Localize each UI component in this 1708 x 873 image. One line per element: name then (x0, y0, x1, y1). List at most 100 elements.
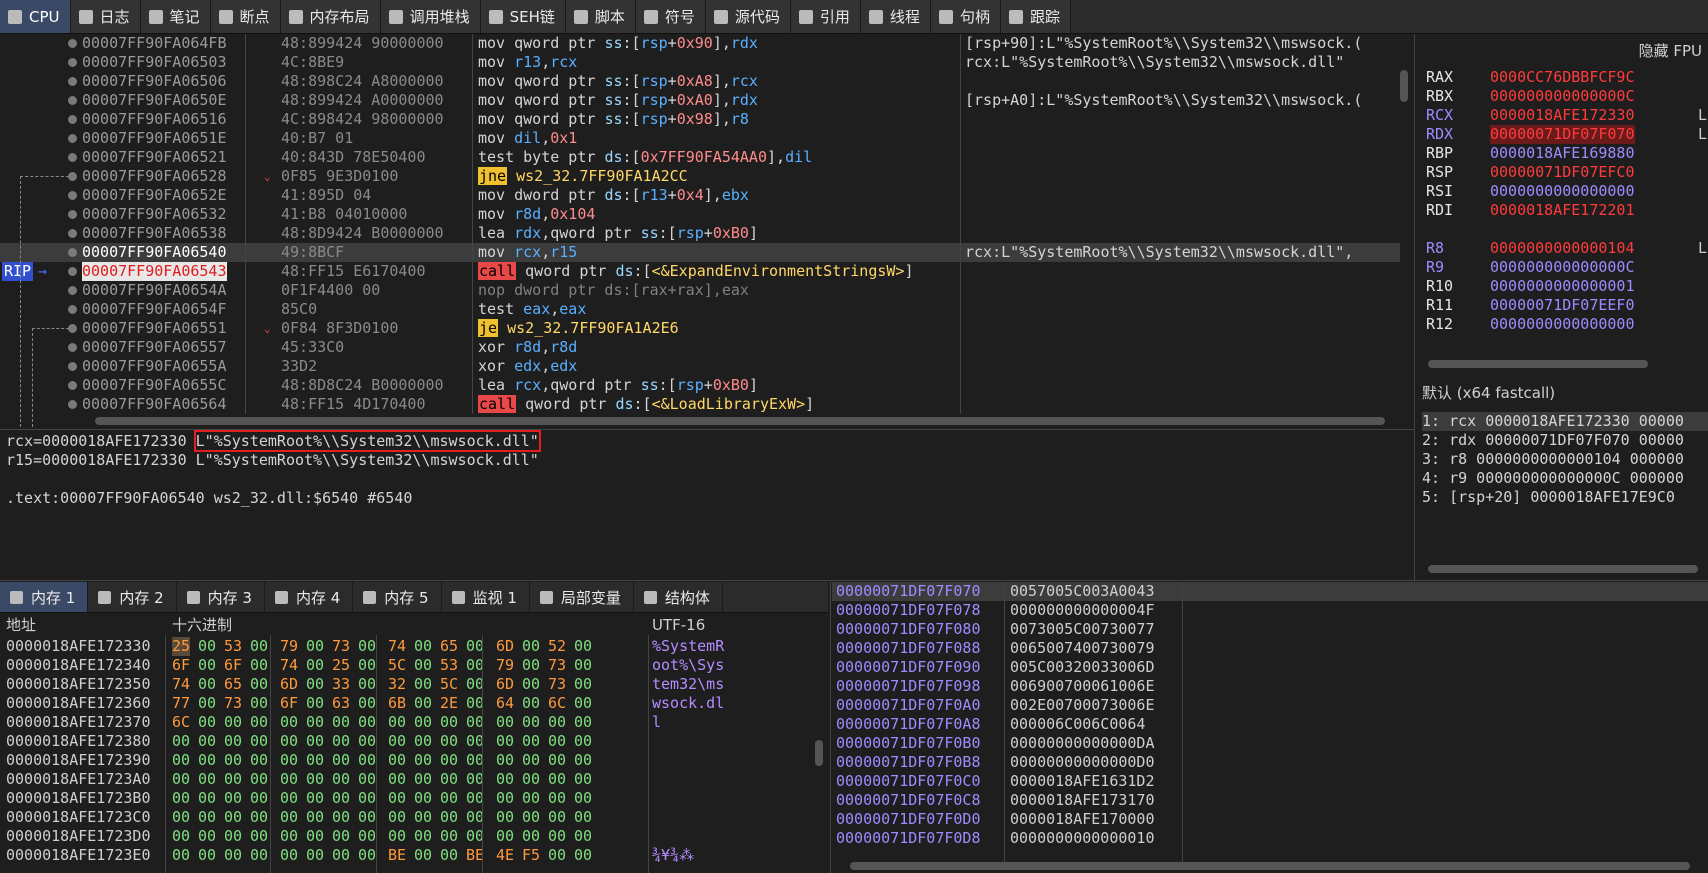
stack-row[interactable]: 00000071DF07F088 0065007400730079 (832, 639, 1708, 658)
register-name[interactable]: R10 (1426, 277, 1453, 296)
dump-byte[interactable]: 6F (224, 656, 242, 675)
dump-byte[interactable]: 00 (224, 789, 242, 808)
dump-byte[interactable]: 00 (440, 751, 458, 770)
dump-byte[interactable]: 00 (574, 694, 592, 713)
dump-byte[interactable]: 77 (172, 694, 190, 713)
dump-byte[interactable]: 00 (198, 675, 216, 694)
disasm-row[interactable]: 00007FF90FA0652E 41:895D 04 mov dword ptr … (0, 186, 1400, 205)
disasm-row[interactable]: 00007FF90FA06564 48:FF15 4D170400 call qwo… (0, 395, 1400, 414)
register-row[interactable]: RBP 0000018AFE169880 (1418, 144, 1708, 163)
dump-address[interactable]: 0000018AFE1723E0 (6, 846, 151, 865)
dump-byte[interactable]: 00 (522, 694, 540, 713)
register-row[interactable]: RSP 00000071DF07EFC0 (1418, 163, 1708, 182)
dump-row[interactable]: 0000018AFE172330 25 00 53 00 79 00 73 00 74 00 65 00… (0, 637, 820, 656)
instruction-text[interactable]: xor r8d,r8d (478, 338, 577, 357)
dump-row[interactable]: 0000018AFE172390 00 00 00 00 00 00 00 00 00 00 00 00… (0, 751, 820, 770)
disassembly-pane[interactable]: 00007FF90FA064FB 48:899424 90000000 mov qw… (0, 34, 1410, 428)
dump-byte[interactable]: 00 (224, 846, 242, 865)
dump-byte[interactable]: 00 (172, 808, 190, 827)
instruction-text[interactable]: call qword ptr ds:[<&ExpandEnvironmentSt… (478, 262, 914, 281)
call-arg-row[interactable]: 1: rcx 0000018AFE172330 00000 (1422, 412, 1708, 431)
dump-byte[interactable]: 00 (358, 732, 376, 751)
register-name[interactable]: R8 (1426, 239, 1444, 258)
dump-byte[interactable]: 00 (574, 656, 592, 675)
dump-byte[interactable]: 00 (250, 827, 268, 846)
instruction-address[interactable]: 00007FF90FA0655C (82, 376, 227, 395)
register-name[interactable]: RSI (1426, 182, 1453, 201)
memory-tab-4[interactable]: 内存 5 (353, 582, 442, 612)
dump-text[interactable]: %SystemR (652, 637, 724, 656)
memory-tab-7[interactable]: 结构体 (634, 582, 723, 612)
stack-address[interactable]: 00000071DF07F0A8 (836, 715, 981, 734)
dump-byte[interactable]: 00 (414, 751, 432, 770)
dump-byte[interactable]: 79 (496, 656, 514, 675)
tab-11[interactable]: 线程 (860, 0, 931, 33)
disasm-row[interactable]: 00007FF90FA0655C 48:8D8C24 B0000000 lea rc… (0, 376, 1400, 395)
register-row[interactable] (1418, 220, 1708, 239)
dump-byte[interactable]: 5C (440, 675, 458, 694)
dump-address[interactable]: 0000018AFE172390 (6, 751, 151, 770)
dump-byte[interactable]: 00 (358, 637, 376, 656)
breakpoint-gutter-icon[interactable] (68, 305, 77, 314)
dump-byte[interactable]: 6D (496, 675, 514, 694)
disasm-row[interactable]: 00007FF90FA0654A 0F1F4400 00 nop dword ptr… (0, 281, 1400, 300)
disasm-row[interactable]: 00007FF90FA0655A 33D2 xor edx,edx (0, 357, 1400, 376)
register-row[interactable]: RDI 0000018AFE172201 (1418, 201, 1708, 220)
dump-row[interactable]: 0000018AFE1723B0 00 00 00 00 00 00 00 00 00 00 00 00… (0, 789, 820, 808)
dump-byte[interactable]: 00 (522, 732, 540, 751)
breakpoint-gutter-icon[interactable] (68, 134, 77, 143)
instruction-text[interactable]: test byte ptr ds:[0x7FF90FA54AA0],dil (478, 148, 812, 167)
dump-byte[interactable]: 32 (388, 675, 406, 694)
stack-address[interactable]: 00000071DF07F0B8 (836, 753, 981, 772)
dump-byte[interactable]: 00 (198, 656, 216, 675)
dump-byte[interactable]: 00 (358, 770, 376, 789)
dump-byte[interactable]: 00 (358, 675, 376, 694)
stack-value[interactable]: 0065007400730079 (1010, 639, 1155, 658)
dump-address[interactable]: 0000018AFE1723B0 (6, 789, 151, 808)
dump-byte[interactable]: 00 (548, 713, 566, 732)
breakpoint-gutter-icon[interactable] (68, 77, 77, 86)
disasm-row[interactable]: 00007FF90FA0654F 85C0 test eax,eax (0, 300, 1400, 319)
dump-byte[interactable]: 00 (522, 656, 540, 675)
dump-byte[interactable]: 25 (332, 656, 350, 675)
stack-row[interactable]: 00000071DF07F080 0073005C00730077 (832, 620, 1708, 639)
stack-address[interactable]: 00000071DF07F070 (836, 582, 981, 601)
dump-col-text[interactable]: UTF-16 (652, 616, 705, 635)
disasm-row[interactable]: 00007FF90FA06521 40:843D 78E50400 test byt… (0, 148, 1400, 167)
memory-tab-0[interactable]: 内存 1 (0, 582, 89, 612)
disasm-row[interactable]: 00007FF90FA064FB 48:899424 90000000 mov qw… (0, 34, 1400, 53)
stack-value[interactable]: 00000000000000D0 (1010, 753, 1155, 772)
dump-byte[interactable]: 00 (172, 770, 190, 789)
tab-1[interactable]: 日志 (70, 0, 141, 33)
stack-address[interactable]: 00000071DF07F0D8 (836, 829, 981, 848)
dump-byte[interactable]: 6D (280, 675, 298, 694)
disassembly-v-scrollbar[interactable] (1400, 70, 1408, 102)
instruction-address[interactable]: 00007FF90FA06516 (82, 110, 227, 129)
dump-byte[interactable]: 00 (548, 751, 566, 770)
dump-byte[interactable]: 00 (414, 827, 432, 846)
stack-row[interactable]: 00000071DF07F0B0 00000000000000DA (832, 734, 1708, 753)
instruction-text[interactable]: mov r8d,0x104 (478, 205, 595, 224)
callconv-h-scrollbar[interactable] (1428, 565, 1698, 573)
call-arg-row[interactable]: 5: [rsp+20] 0000018AFE17E9C0 (1422, 488, 1675, 507)
dump-byte[interactable]: 00 (306, 827, 324, 846)
dump-byte[interactable]: 64 (496, 694, 514, 713)
dump-byte[interactable]: 00 (414, 656, 432, 675)
dump-byte[interactable]: 33 (332, 675, 350, 694)
dump-byte[interactable]: 00 (574, 732, 592, 751)
dump-byte[interactable]: 00 (358, 751, 376, 770)
stack-address[interactable]: 00000071DF07F0A0 (836, 696, 981, 715)
dump-byte[interactable]: 00 (250, 713, 268, 732)
stack-value[interactable]: 002E00700073006E (1010, 696, 1155, 715)
register-value[interactable]: 0000000000000104 (1490, 239, 1635, 258)
stack-row[interactable]: 00000071DF07F0C0 0000018AFE1631D2 (832, 772, 1708, 791)
dump-address[interactable]: 0000018AFE1723C0 (6, 808, 151, 827)
dump-byte[interactable]: 00 (280, 827, 298, 846)
dump-byte[interactable]: 00 (548, 770, 566, 789)
stack-address[interactable]: 00000071DF07F0D0 (836, 810, 981, 829)
call-arg-row[interactable]: 2: rdx 00000071DF07F070 00000 (1422, 431, 1684, 450)
dump-byte[interactable]: 52 (548, 637, 566, 656)
dump-byte[interactable]: 00 (414, 637, 432, 656)
dump-byte[interactable]: 00 (548, 808, 566, 827)
dump-byte[interactable]: 73 (332, 637, 350, 656)
